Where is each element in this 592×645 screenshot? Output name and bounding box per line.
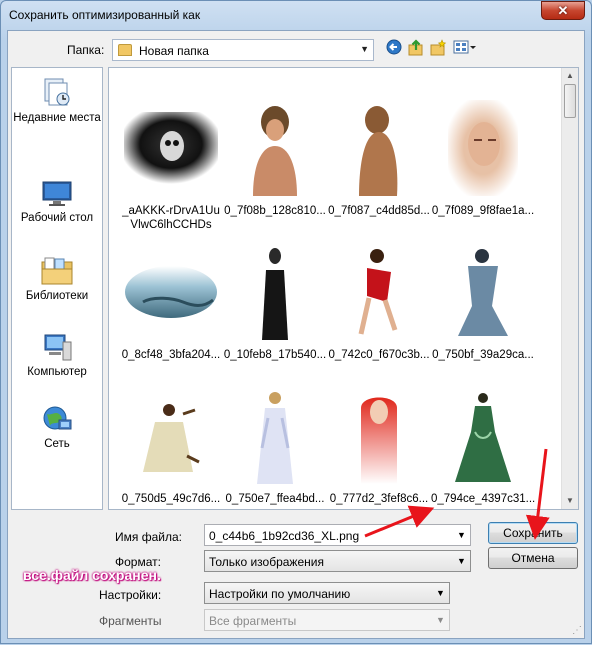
arrow-to-save xyxy=(525,448,550,540)
save-dialog-window: Сохранить оптимизированный как ✕ Папка: … xyxy=(0,0,592,644)
annotation-arrows xyxy=(364,448,550,540)
arrow-to-filename xyxy=(364,505,435,538)
